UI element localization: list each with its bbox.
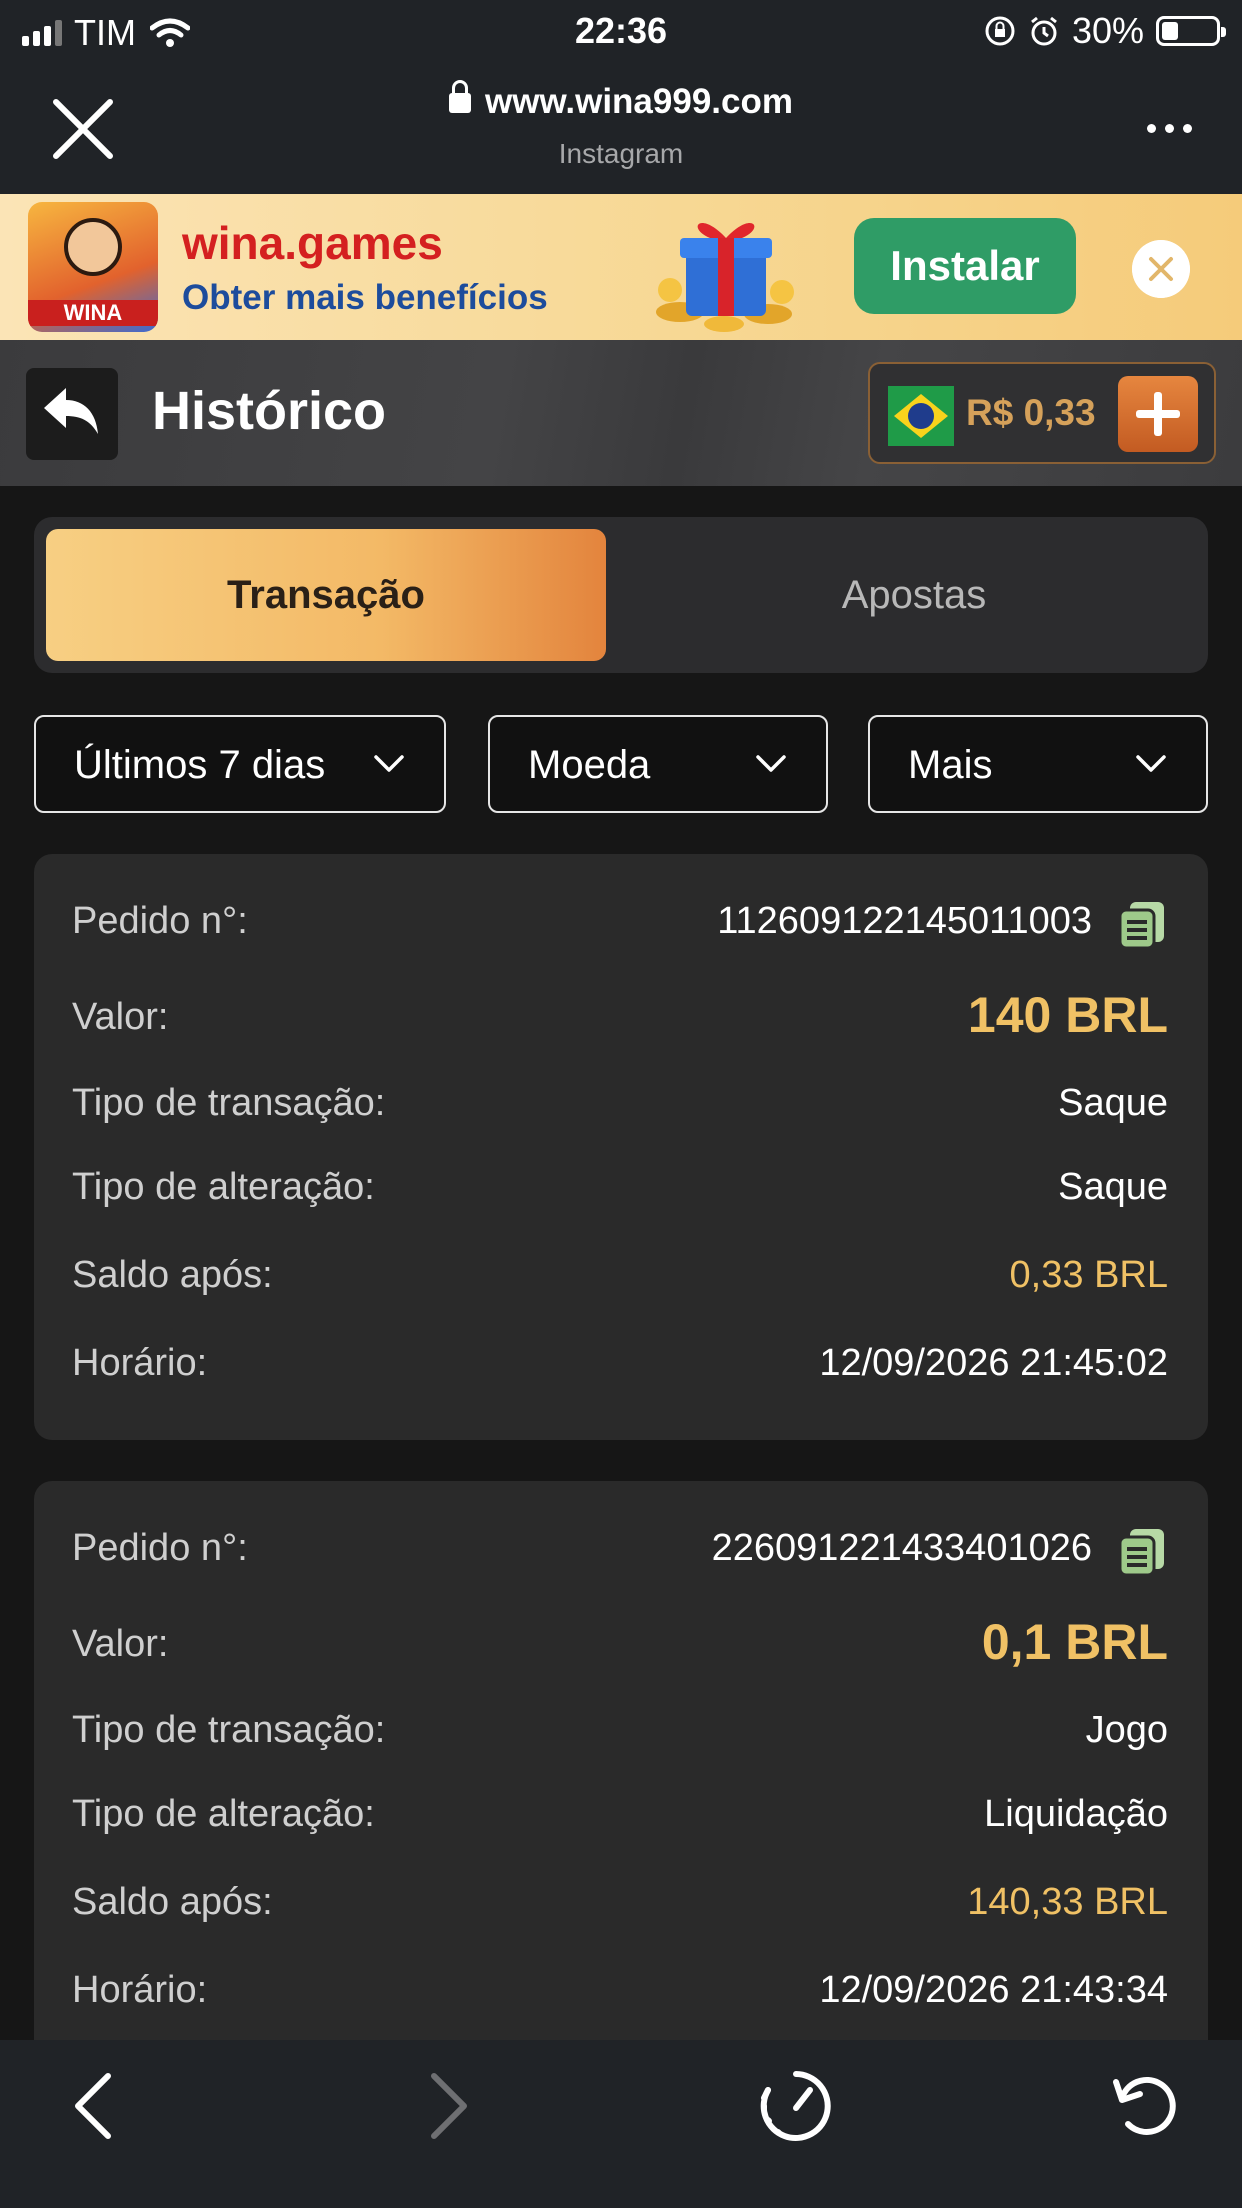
value-row: Valor: 140 BRL bbox=[72, 986, 1168, 1046]
ad-banner[interactable]: WINA wina.games Obter mais benefícios In… bbox=[0, 194, 1242, 340]
time-value: 12/09/2026 21:43:34 bbox=[819, 1969, 1168, 2011]
ad-title: wina.games bbox=[182, 217, 443, 269]
browser-source: Instagram bbox=[558, 138, 684, 169]
balance-after-row: Saldo após: 0,33 BRL bbox=[72, 1244, 1168, 1304]
filter-currency-label: Moeda bbox=[528, 743, 651, 787]
order-row: Pedido n°: 226091221433401026 bbox=[72, 1517, 1168, 1577]
deposit-plus-button[interactable] bbox=[1118, 376, 1198, 452]
speed-icon[interactable] bbox=[758, 2068, 834, 2144]
app-header: Histórico R$ 0,33 bbox=[0, 340, 1242, 486]
tx-type-row: Tipo de transação: Saque bbox=[72, 1072, 1168, 1132]
balance-after-label: Saldo após: bbox=[72, 1881, 273, 1923]
time-label: Horário: bbox=[72, 1969, 208, 2011]
change-type-label: Tipo de alteração: bbox=[72, 1793, 375, 1835]
ad-logo-text: WINA bbox=[28, 300, 158, 326]
value-row: Valor: 0,1 BRL bbox=[72, 1613, 1168, 1673]
page-title: Histórico bbox=[152, 381, 387, 441]
battery-percent: 30% bbox=[1071, 10, 1144, 51]
nav-forward-icon[interactable] bbox=[408, 2068, 484, 2144]
browser-bar: www.wina999.com Instagram bbox=[0, 62, 1242, 194]
brazil-flag-icon bbox=[888, 386, 954, 446]
tx-type-label: Tipo de transação: bbox=[72, 1709, 386, 1751]
back-button[interactable] bbox=[26, 368, 118, 460]
rotation-lock-icon bbox=[985, 16, 1015, 46]
ad-subtitle: Obter mais benefícios bbox=[182, 278, 548, 317]
balance-after-value: 0,33 BRL bbox=[1009, 1254, 1168, 1296]
change-type-value: Saque bbox=[1058, 1166, 1168, 1208]
transaction-card: Pedido n°: 226091221433401026 Valor: 0,1… bbox=[34, 1481, 1208, 2081]
status-right: 30% bbox=[984, 10, 1226, 52]
status-bar: TIM 22:36 30% bbox=[0, 0, 1242, 62]
value-label: Valor: bbox=[72, 996, 169, 1038]
change-type-row: Tipo de alteração: Saque bbox=[72, 1156, 1168, 1216]
balance-after-row: Saldo após: 140,33 BRL bbox=[72, 1871, 1168, 1931]
balance-after-label: Saldo após: bbox=[72, 1254, 273, 1296]
change-type-value: Liquidação bbox=[984, 1793, 1168, 1835]
order-label: Pedido n°: bbox=[72, 1527, 248, 1569]
order-row: Pedido n°: 112609122145011003 bbox=[72, 890, 1168, 950]
tx-type-row: Tipo de transação: Jogo bbox=[72, 1699, 1168, 1759]
tx-type-value: Saque bbox=[1058, 1082, 1168, 1124]
filter-more-label: Mais bbox=[908, 743, 993, 787]
reload-icon[interactable] bbox=[1108, 2068, 1184, 2144]
order-number: 112609122145011003 bbox=[717, 900, 1092, 942]
time-row: Horário: 12/09/2026 21:45:02 bbox=[72, 1332, 1168, 1392]
change-type-row: Tipo de alteração: Liquidação bbox=[72, 1783, 1168, 1843]
ad-logo: WINA bbox=[28, 202, 158, 332]
balance-amount: R$ 0,33 bbox=[966, 392, 1096, 433]
order-number: 226091221433401026 bbox=[711, 1527, 1092, 1569]
back-arrow-icon bbox=[44, 388, 98, 434]
chevron-down-icon bbox=[374, 755, 404, 772]
order-label: Pedido n°: bbox=[72, 900, 248, 942]
battery-icon bbox=[1156, 16, 1226, 46]
tx-type-value: Jogo bbox=[1085, 1709, 1168, 1751]
filter-more[interactable]: Mais bbox=[868, 715, 1208, 813]
tabs: Transação Apostas bbox=[34, 517, 1208, 673]
value-amount: 140 BRL bbox=[967, 987, 1168, 1043]
filter-currency[interactable]: Moeda bbox=[488, 715, 828, 813]
gift-icon bbox=[656, 223, 794, 332]
transaction-card: Pedido n°: 112609122145011003 Valor: 140… bbox=[34, 854, 1208, 1440]
more-icon[interactable] bbox=[1147, 124, 1192, 133]
time-value: 12/09/2026 21:45:02 bbox=[819, 1342, 1168, 1384]
lock-icon bbox=[449, 80, 471, 113]
copy-icon[interactable] bbox=[1116, 1525, 1168, 1577]
change-type-label: Tipo de alteração: bbox=[72, 1166, 375, 1208]
value-label: Valor: bbox=[72, 1623, 169, 1665]
nav-back-icon[interactable] bbox=[58, 2068, 134, 2144]
time-label: Horário: bbox=[72, 1342, 208, 1384]
tab-apostas[interactable]: Apostas bbox=[634, 529, 1194, 661]
copy-icon[interactable] bbox=[1116, 898, 1168, 950]
time-row: Horário: 12/09/2026 21:43:34 bbox=[72, 1959, 1168, 2019]
ad-close-icon[interactable] bbox=[1132, 240, 1190, 298]
install-button[interactable]: Instalar bbox=[854, 218, 1076, 314]
filter-period[interactable]: Últimos 7 dias bbox=[34, 715, 446, 813]
alarm-icon bbox=[1031, 16, 1057, 46]
tab-transacao[interactable]: Transação bbox=[46, 529, 606, 661]
url-display[interactable]: www.wina999.com bbox=[0, 80, 1242, 122]
url-text: www.wina999.com bbox=[485, 82, 793, 121]
value-amount: 0,1 BRL bbox=[981, 1614, 1168, 1670]
chevron-down-icon bbox=[756, 755, 786, 772]
balance-after-value: 140,33 BRL bbox=[967, 1881, 1168, 1923]
chevron-down-icon bbox=[1136, 755, 1166, 772]
tx-type-label: Tipo de transação: bbox=[72, 1082, 386, 1124]
balance-widget[interactable]: R$ 0,33 bbox=[868, 362, 1216, 464]
filter-period-label: Últimos 7 dias bbox=[74, 743, 326, 787]
browser-bottom-bar bbox=[0, 2040, 1242, 2208]
